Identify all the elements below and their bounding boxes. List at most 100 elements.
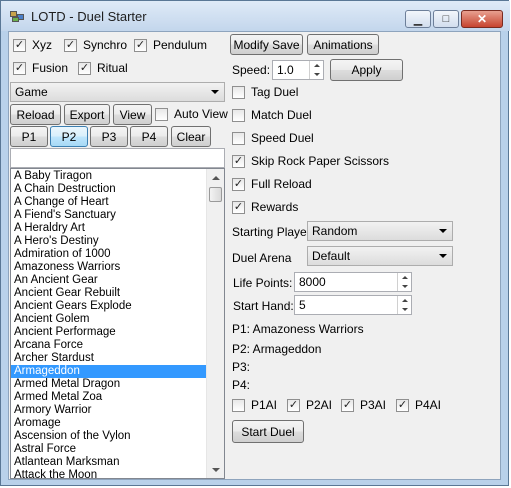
source-combo[interactable]: Game — [10, 82, 225, 102]
animations-button[interactable]: Animations — [307, 34, 379, 55]
list-item[interactable]: Ancient Gear Rebuilt — [11, 287, 207, 300]
start-duel-button[interactable]: Start Duel — [232, 420, 304, 443]
checkbox-box — [232, 398, 245, 412]
life-points-input[interactable]: 8000 — [294, 272, 412, 292]
checkbox-label: Pendulum — [153, 38, 208, 52]
spin-down-button[interactable] — [398, 305, 411, 314]
export-button[interactable]: Export — [64, 104, 110, 125]
p4-button[interactable]: P4 — [130, 126, 168, 147]
scroll-down-button[interactable] — [207, 461, 224, 478]
p1-ai-checkbox[interactable]: P1AI — [232, 398, 277, 412]
p4-ai-checkbox[interactable]: ✓ P4AI — [396, 398, 441, 412]
pendulum-checkbox[interactable]: ✓ Pendulum — [134, 38, 207, 52]
check-mark-icon: ✓ — [233, 154, 244, 167]
life-points-spinner[interactable] — [397, 273, 411, 291]
check-mark-icon: ✓ — [79, 61, 90, 74]
match-duel-checkbox[interactable]: Match Duel — [232, 108, 312, 122]
list-item[interactable]: Admiration of 1000 — [11, 248, 207, 261]
clear-label: Clear — [176, 129, 206, 144]
list-item[interactable]: Ancient Golem — [11, 313, 207, 326]
list-item[interactable]: Armed Metal Dragon — [11, 378, 207, 391]
xyz-checkbox[interactable]: ✓ Xyz — [13, 38, 52, 52]
p3-button[interactable]: P3 — [90, 126, 128, 147]
checkbox-box: ✓ — [232, 154, 245, 168]
starting-player-value: Random — [312, 224, 358, 238]
checkbox-box — [232, 131, 245, 145]
p1-button[interactable]: P1 — [10, 126, 48, 147]
list-item[interactable]: A Heraldry Art — [11, 222, 207, 235]
list-item[interactable]: Ancient Performage — [11, 326, 207, 339]
spin-down-button[interactable] — [310, 70, 323, 79]
checkbox-label: Full Reload — [251, 177, 312, 191]
speed-duel-checkbox[interactable]: Speed Duel — [232, 131, 314, 145]
view-button[interactable]: View — [113, 104, 152, 125]
starting-player-combo[interactable]: Random — [307, 221, 453, 241]
spin-up-button[interactable] — [310, 61, 323, 70]
scroll-thumb[interactable] — [209, 187, 222, 202]
list-item[interactable]: A Hero's Destiny — [11, 235, 207, 248]
list-item[interactable]: Ascension of the Vylon — [11, 430, 207, 443]
p2-button[interactable]: P2 — [50, 126, 88, 147]
rewards-checkbox[interactable]: ✓ Rewards — [232, 200, 298, 214]
deck-list[interactable]: A Baby Tiragon A Chain Destruction A Chang… — [10, 168, 225, 479]
spin-up-button[interactable] — [398, 296, 411, 305]
list-item[interactable]: An Ancient Gear — [11, 274, 207, 287]
animations-label: Animations — [313, 37, 373, 52]
deck-list-scrollbar[interactable] — [206, 169, 224, 478]
p4-deck-label: P4: — [232, 378, 251, 392]
list-item[interactable]: Armed Metal Zoa — [11, 391, 207, 404]
list-item[interactable]: A Chain Destruction — [11, 183, 207, 196]
title-bar[interactable]: LOTD - Duel Starter ▁ □ ✕ — [1, 1, 510, 31]
modify-save-button[interactable]: Modify Save — [230, 34, 303, 55]
checkbox-box: ✓ — [396, 398, 409, 412]
search-input[interactable] — [10, 148, 225, 168]
p3-ai-checkbox[interactable]: ✓ P3AI — [341, 398, 386, 412]
checkbox-box — [155, 107, 168, 121]
spin-down-icon — [401, 308, 408, 311]
skip-rps-checkbox[interactable]: ✓ Skip Rock Paper Scissors — [232, 154, 389, 168]
start-hand-input[interactable]: 5 — [294, 295, 412, 315]
checkbox-box: ✓ — [13, 61, 26, 75]
start-hand-spinner[interactable] — [397, 296, 411, 314]
close-button[interactable]: ✕ — [461, 10, 503, 28]
apply-button[interactable]: Apply — [330, 59, 403, 81]
speed-spinner[interactable] — [309, 61, 323, 79]
checkbox-box: ✓ — [78, 61, 91, 75]
close-icon: ✕ — [476, 12, 488, 26]
tag-duel-checkbox[interactable]: Tag Duel — [232, 85, 298, 99]
list-item[interactable]: Armory Warrior — [11, 404, 207, 417]
modify-save-label: Modify Save — [233, 37, 300, 52]
full-reload-checkbox[interactable]: ✓ Full Reload — [232, 177, 312, 191]
synchro-checkbox[interactable]: ✓ Synchro — [64, 38, 127, 52]
ritual-checkbox[interactable]: ✓ Ritual — [78, 61, 128, 75]
list-item[interactable]: Archer Stardust — [11, 352, 207, 365]
duel-arena-combo[interactable]: Default — [307, 246, 453, 266]
clear-button[interactable]: Clear — [171, 126, 211, 147]
maximize-button[interactable]: □ — [433, 10, 459, 28]
reload-button[interactable]: Reload — [10, 104, 61, 125]
minimize-button[interactable]: ▁ — [405, 10, 431, 28]
speed-value: 1.0 — [277, 63, 294, 77]
p2-ai-checkbox[interactable]: ✓ P2AI — [287, 398, 332, 412]
list-item[interactable]: Armageddon — [11, 365, 207, 378]
auto-view-checkbox[interactable]: Auto View — [155, 107, 228, 121]
list-item[interactable]: A Fiend's Sanctuary — [11, 209, 207, 222]
p2-label: P2 — [61, 129, 77, 144]
spin-down-button[interactable] — [398, 282, 411, 291]
list-item[interactable]: A Baby Tiragon — [11, 170, 207, 183]
list-item[interactable]: Astral Force — [11, 443, 207, 456]
checkbox-box: ✓ — [287, 398, 300, 412]
list-item[interactable]: Attack the Moon — [11, 469, 207, 478]
list-item[interactable]: Arcana Force — [11, 339, 207, 352]
check-mark-icon: ✓ — [14, 61, 25, 74]
spin-up-button[interactable] — [398, 273, 411, 282]
list-item[interactable]: Atlantean Marksman — [11, 456, 207, 469]
client-area: ✓ Xyz ✓ Synchro ✓ Pendulum ✓ Fusion ✓ Ri… — [8, 31, 501, 480]
fusion-checkbox[interactable]: ✓ Fusion — [13, 61, 68, 75]
list-item[interactable]: Amazoness Warriors — [11, 261, 207, 274]
checkbox-box — [232, 108, 245, 122]
list-item[interactable]: Ancient Gears Explode — [11, 300, 207, 313]
list-item[interactable]: Aromage — [11, 417, 207, 430]
scroll-up-button[interactable] — [207, 169, 224, 186]
list-item[interactable]: A Change of Heart — [11, 196, 207, 209]
